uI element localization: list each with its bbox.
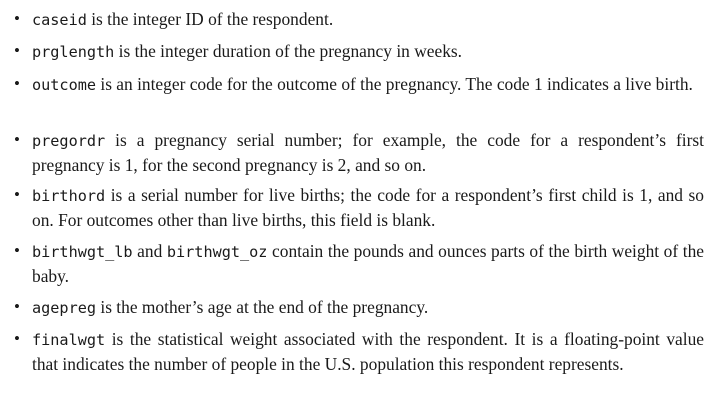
item-text: prglength is the integer duration of the… — [32, 39, 704, 64]
field-description: is a pregnancy serial number; for exampl… — [32, 130, 704, 175]
field-name: birthwgt_lb — [32, 243, 133, 261]
field-name: finalwgt — [32, 331, 106, 349]
bullet: • — [14, 74, 20, 93]
field-name: birthord — [32, 187, 106, 205]
item-text: birthwgt_lb and birthwgt_oz contain the … — [32, 239, 704, 288]
item-text: pregordr is a pregnancy serial number; f… — [32, 128, 704, 177]
field-name: prglength — [32, 43, 115, 61]
field-description: is an integer code for the outcome of th… — [96, 74, 693, 94]
item-text: finalwgt is the statistical weight assoc… — [32, 327, 704, 376]
bullet: • — [14, 41, 20, 60]
bullet: • — [14, 329, 20, 348]
item-text: agepreg is the mother’s age at the end o… — [32, 295, 704, 320]
item-text: birthord is a serial number for live bir… — [32, 183, 704, 232]
field-name: birthwgt_oz — [166, 243, 268, 261]
document-page: • caseid is the integer ID of the respon… — [0, 0, 710, 412]
item-text: outcome is an integer code for the outco… — [32, 72, 704, 97]
field-description: is a serial number for live births; the … — [32, 185, 704, 230]
bullet: • — [14, 9, 20, 28]
field-description: is the integer ID of the respondent. — [86, 9, 334, 29]
connector-text: and — [132, 241, 167, 261]
bullet: • — [14, 185, 20, 204]
bullet: • — [14, 130, 20, 149]
field-description: is the mother’s age at the end of the pr… — [96, 297, 429, 317]
bullet: • — [14, 241, 20, 260]
item-text: caseid is the integer ID of the responde… — [32, 7, 704, 32]
field-description: is the statistical weight associated wit… — [32, 329, 704, 374]
field-name: agepreg — [32, 299, 97, 317]
field-description: is the integer duration of the pregnancy… — [114, 41, 462, 61]
bullet: • — [14, 297, 20, 316]
field-name: pregordr — [32, 132, 106, 150]
field-name: caseid — [32, 11, 87, 29]
field-name: outcome — [32, 76, 97, 94]
